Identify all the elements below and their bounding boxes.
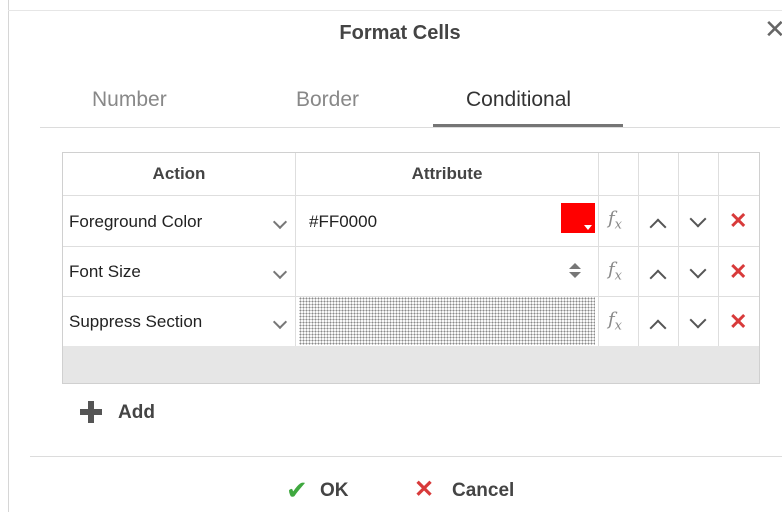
function-icon[interactable]: fx [608, 259, 622, 284]
tab-border[interactable]: Border [296, 88, 359, 112]
function-icon[interactable]: fx [608, 208, 622, 233]
tab-bar: Number Border Conditional [40, 84, 780, 128]
attribute-value-row-1[interactable]: #FF0000 [309, 212, 377, 232]
delete-icon[interactable]: ✕ [729, 311, 747, 333]
grid-divider [678, 153, 679, 346]
close-icon[interactable]: ✕ [764, 16, 782, 42]
grid-divider [63, 246, 759, 247]
plus-icon [88, 401, 94, 423]
spin-up-icon[interactable] [569, 263, 581, 269]
function-icon[interactable]: fx [608, 309, 622, 334]
ok-button[interactable]: ✔ OK [286, 477, 366, 507]
chevron-down-icon[interactable] [272, 264, 288, 280]
close-icon: ✕ [414, 476, 435, 503]
action-select-row-2[interactable]: Font Size [69, 262, 141, 282]
add-label: Add [118, 402, 155, 423]
grid-empty-row [63, 346, 759, 383]
action-select-row-1[interactable]: Foreground Color [69, 212, 202, 232]
color-picker-button[interactable] [561, 203, 595, 233]
delete-icon[interactable]: ✕ [729, 210, 747, 232]
grid-divider [718, 153, 719, 346]
tab-number[interactable]: Number [92, 88, 167, 112]
move-down-icon[interactable] [689, 261, 707, 279]
grid-divider [638, 153, 639, 346]
dropdown-triangle-icon [584, 225, 592, 230]
active-tab-indicator [433, 124, 623, 127]
move-up-icon[interactable] [649, 319, 667, 337]
dialog-top-border [8, 10, 782, 11]
ok-label: OK [320, 480, 349, 501]
suppress-formula-field[interactable] [299, 297, 595, 345]
column-header-action: Action [152, 164, 206, 183]
column-header-attribute: Attribute [411, 164, 483, 183]
tab-divider [40, 127, 780, 128]
conditional-grid: Action Attribute Foreground Color #FF000… [62, 152, 760, 384]
grid-divider [63, 195, 759, 196]
delete-icon[interactable]: ✕ [729, 261, 747, 283]
chevron-down-icon[interactable] [272, 314, 288, 330]
checkmark-icon: ✔ [286, 475, 308, 505]
cancel-label: Cancel [452, 480, 515, 501]
format-cells-dialog: Format Cells ✕ Number Border Conditional… [0, 0, 782, 512]
footer-divider [30, 456, 782, 457]
move-down-icon[interactable] [689, 210, 707, 228]
move-up-icon[interactable] [649, 218, 667, 236]
dialog-left-border [8, 0, 9, 512]
grid-divider [295, 153, 296, 346]
chevron-down-icon[interactable] [272, 214, 288, 230]
action-select-row-3[interactable]: Suppress Section [69, 312, 202, 332]
grid-divider [598, 153, 599, 346]
cancel-button[interactable]: ✕ Cancel [414, 477, 534, 507]
move-down-icon[interactable] [689, 311, 707, 329]
number-spinner-icon[interactable] [569, 263, 583, 281]
spin-down-icon[interactable] [569, 272, 581, 278]
dialog-title: Format Cells [339, 22, 461, 44]
move-up-icon[interactable] [649, 269, 667, 287]
tab-conditional[interactable]: Conditional [466, 88, 571, 112]
